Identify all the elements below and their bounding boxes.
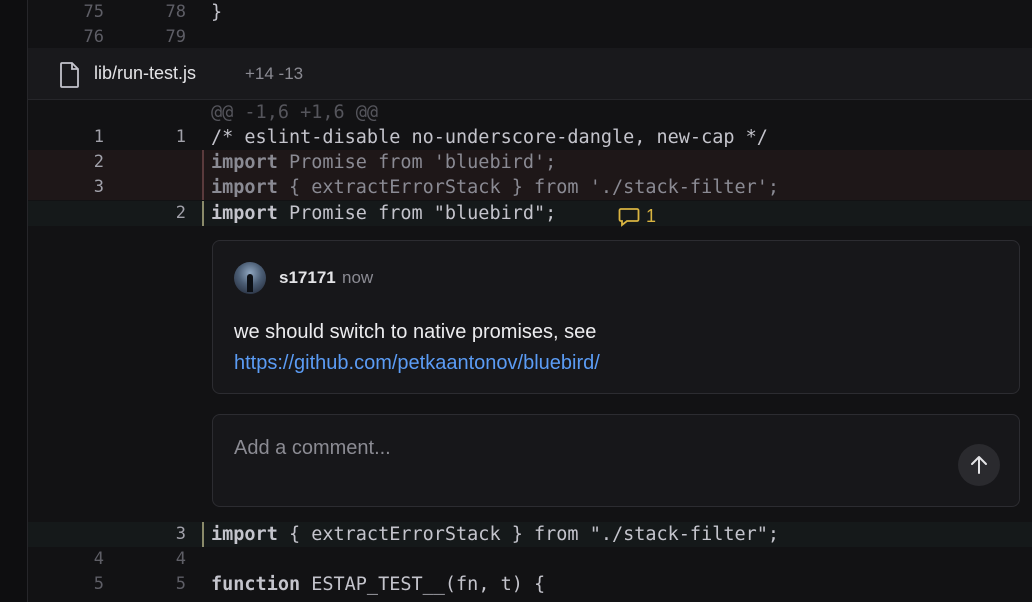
diff-line: 4 4 <box>28 547 1032 572</box>
keyword: import <box>211 203 278 224</box>
comment-text: we should switch to native promises, see <box>234 321 597 343</box>
avatar[interactable] <box>234 262 266 294</box>
deletion-marker <box>202 150 204 175</box>
code-text: import Promise from "bluebird"; <box>211 201 556 226</box>
new-line-number: 1 <box>175 127 186 147</box>
comment-body: we should switch to native promises, see… <box>234 317 600 379</box>
code-text: import Promise from 'bluebird'; <box>211 150 556 175</box>
code-text: import { extractErrorStack } from './sta… <box>211 175 779 200</box>
comment-timestamp: now <box>342 268 374 287</box>
new-line-number: 78 <box>165 2 186 22</box>
left-edge-panel <box>0 0 28 602</box>
old-line-number: 76 <box>83 27 104 47</box>
diff-line: 1 1 /* eslint-disable no-underscore-dang… <box>28 125 1032 150</box>
diff-line: 75 78 } <box>28 0 1032 25</box>
comment-input-placeholder[interactable]: Add a comment... <box>234 437 391 460</box>
keyword: import <box>211 177 278 198</box>
code-text: /* eslint-disable no-underscore-dangle, … <box>211 127 768 148</box>
keyword: import <box>211 524 278 545</box>
old-line-number: 75 <box>83 2 104 22</box>
code-text: } <box>211 2 223 23</box>
diff-line: 76 79 <box>28 25 1032 50</box>
comment-card: s17171 now we should switch to native pr… <box>212 240 1020 394</box>
reply-box[interactable]: Add a comment... <box>212 414 1020 507</box>
old-line-number: 3 <box>93 177 104 197</box>
new-line-number: 5 <box>175 574 186 594</box>
code-rest: Promise from 'bluebird'; <box>277 152 557 173</box>
deletion-marker <box>202 175 204 200</box>
keyword: function <box>211 574 301 595</box>
file-name[interactable]: lib/run-test.js <box>94 63 196 84</box>
code-rest: ESTAP_TEST__(fn, t) { <box>300 574 546 595</box>
file-icon <box>60 62 80 93</box>
arrow-up-icon <box>971 456 987 474</box>
file-header[interactable]: lib/run-test.js +14 -13 <box>28 48 1032 100</box>
new-line-number: 4 <box>175 549 186 569</box>
comment-icon <box>618 207 640 227</box>
keyword: import <box>211 152 278 173</box>
code-text: function ESTAP_TEST__(fn, t) { <box>211 572 545 597</box>
old-line-number: 1 <box>93 127 104 147</box>
code-rest: Promise from "bluebird"; <box>277 203 557 224</box>
new-line-number: 2 <box>175 203 186 223</box>
old-line-number: 5 <box>93 574 104 594</box>
old-line-number: 2 <box>93 152 104 172</box>
new-line-number: 3 <box>175 524 186 544</box>
hunk-header: @@ -1,6 +1,6 @@ <box>211 102 379 123</box>
new-line-number: 79 <box>165 27 186 47</box>
addition-marker <box>202 201 204 226</box>
deleted-line: 3 import { extractErrorStack } from './s… <box>28 175 1032 200</box>
comment-count-badge[interactable]: 1 <box>618 204 656 229</box>
comment-count: 1 <box>646 206 657 226</box>
added-line: 2 import Promise from "bluebird"; 1 <box>28 201 1032 229</box>
code-rest: { extractErrorStack } from "./stack-filt… <box>277 524 780 545</box>
code-text: import { extractErrorStack } from "./sta… <box>211 522 779 547</box>
diff-line: 5 5 function ESTAP_TEST__(fn, t) { <box>28 572 1032 597</box>
diff-stats: +14 -13 <box>245 64 304 83</box>
comment-author[interactable]: s17171 <box>279 268 336 288</box>
send-button[interactable] <box>958 444 1000 486</box>
old-line-number: 4 <box>93 549 104 569</box>
hunk-header-row: @@ -1,6 +1,6 @@ <box>28 100 1032 125</box>
comment-link[interactable]: https://github.com/petkaantonov/bluebird… <box>234 352 600 374</box>
deleted-line: 2 import Promise from 'bluebird'; <box>28 150 1032 175</box>
code-rest: { extractErrorStack } from './stack-filt… <box>277 177 780 198</box>
addition-marker <box>202 522 204 547</box>
added-line: 3 import { extractErrorStack } from "./s… <box>28 522 1032 547</box>
